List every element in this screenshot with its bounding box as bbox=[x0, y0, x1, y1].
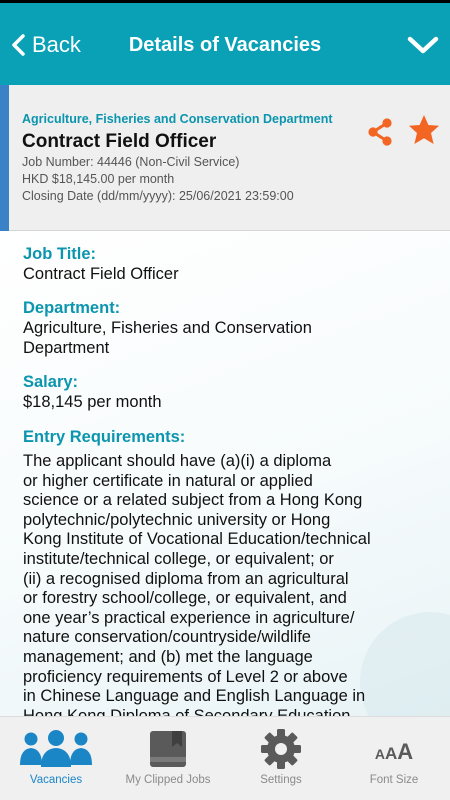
entry-requirements-line: polytechnic/polytechnic university or Ho… bbox=[23, 510, 331, 529]
tab-my-clipped-jobs[interactable]: My Clipped Jobs bbox=[112, 717, 224, 800]
tab-vacancies[interactable]: Vacancies bbox=[0, 717, 112, 800]
department-value-line: Department bbox=[23, 339, 110, 357]
tab-my-clipped-jobs-label: My Clipped Jobs bbox=[125, 774, 211, 786]
entry-requirements-line: science or a related subject from a Hong… bbox=[23, 491, 363, 510]
summary-job-number: Job Number: 44446 (Non-Civil Service) bbox=[22, 155, 240, 169]
entry-requirements-label: Entry Requirements: bbox=[23, 428, 186, 446]
entry-requirements-line: or higher certificate in natural or appl… bbox=[23, 471, 313, 490]
job-title-value: Contract Field Officer bbox=[23, 265, 179, 283]
entry-requirements-section: Entry Requirements: bbox=[23, 427, 185, 447]
tab-font-size-label: Font Size bbox=[369, 774, 419, 786]
entry-requirements-line: (ii) a recognised diploma from an agricu… bbox=[23, 569, 349, 588]
entry-requirements-line: one year’s practical experience in agric… bbox=[23, 608, 355, 627]
entry-requirements-line: Kong Institute of Vocational Education/t… bbox=[23, 530, 371, 549]
tab-settings-label: Settings bbox=[260, 774, 302, 786]
tab-bar: Vacancies My Clipped Jobs Settings AAA F… bbox=[0, 716, 450, 800]
entry-requirements-line: or forestry school/college, or equivalen… bbox=[23, 589, 347, 608]
tab-vacancies-label: Vacancies bbox=[29, 774, 83, 786]
summary-job-title: Contract Field Officer bbox=[22, 131, 217, 152]
font-size-icon: AAA bbox=[374, 739, 414, 764]
entry-requirements-line: nature conservation/countryside/wildlife bbox=[23, 628, 311, 647]
share-icon[interactable] bbox=[365, 117, 395, 147]
entry-requirements-line: institute/technical college, or equivale… bbox=[23, 549, 334, 568]
job-details[interactable]: Job Title: Contract Field Officer Depart… bbox=[0, 232, 450, 716]
book-icon bbox=[150, 731, 186, 767]
entry-requirements-text: The applicant should have (a)(i) a diplo… bbox=[23, 452, 443, 716]
salary-section: Salary: $18,145 per month bbox=[23, 372, 162, 412]
chevron-down-icon[interactable] bbox=[406, 33, 440, 57]
app-screen: Back Details of Vacancies Agriculture, F… bbox=[0, 0, 450, 800]
summary-accent-bar bbox=[0, 85, 9, 231]
entry-requirements-line: management; and (b) met the language bbox=[23, 647, 313, 666]
tab-font-size[interactable]: AAA Font Size bbox=[338, 717, 450, 800]
department-section: Department: Agriculture, Fisheries and C… bbox=[23, 298, 312, 358]
tab-settings[interactable]: Settings bbox=[225, 717, 337, 800]
entry-requirements-line: in Chinese Language and English Language… bbox=[23, 687, 366, 706]
star-icon[interactable] bbox=[407, 113, 441, 147]
salary-label: Salary: bbox=[23, 373, 79, 391]
job-title-label: Job Title: bbox=[23, 245, 97, 263]
department-label: Department: bbox=[23, 299, 121, 317]
summary-closing-date: Closing Date (dd/mm/yyyy): 25/06/2021 23… bbox=[22, 189, 294, 203]
entry-requirements-line: proficiency requirements of Level 2 or a… bbox=[23, 667, 348, 686]
job-summary-card: Agriculture, Fisheries and Conservation … bbox=[0, 85, 450, 231]
people-icon bbox=[20, 730, 92, 767]
summary-salary: HKD $18,145.00 per month bbox=[22, 172, 175, 186]
salary-value: $18,145 per month bbox=[23, 393, 162, 411]
entry-requirements-line: The applicant should have (a)(i) a diplo… bbox=[23, 452, 332, 470]
job-title-section: Job Title: Contract Field Officer bbox=[23, 244, 179, 284]
entry-requirements-line: Hong Kong Diploma of Secondary Education bbox=[23, 706, 351, 716]
department-value-line: Agriculture, Fisheries and Conservation bbox=[23, 319, 312, 337]
page-title: Details of Vacancies bbox=[128, 34, 322, 56]
summary-department: Agriculture, Fisheries and Conservation … bbox=[22, 112, 333, 126]
gear-icon bbox=[261, 729, 301, 769]
nav-bar: Back Details of Vacancies bbox=[0, 3, 450, 85]
